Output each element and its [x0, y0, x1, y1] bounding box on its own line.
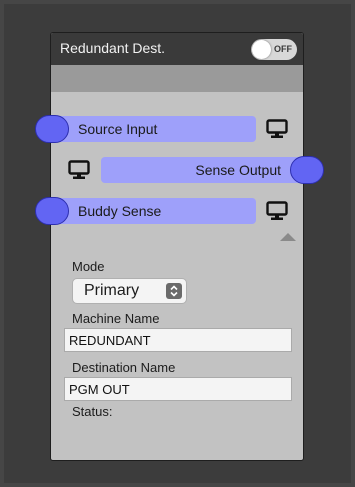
collapse-up-icon[interactable]	[280, 233, 296, 241]
mode-label: Mode	[72, 259, 105, 274]
enable-toggle[interactable]: OFF	[251, 39, 297, 60]
node-title: Redundant Dest.	[60, 40, 166, 56]
buddy-sense-port[interactable]: Buddy Sense	[56, 198, 256, 224]
mode-select-value: Primary	[84, 282, 140, 299]
machine-name-label: Machine Name	[72, 311, 160, 326]
monitor-icon[interactable]	[68, 160, 90, 180]
destination-name-field[interactable]	[64, 377, 292, 401]
buddy-sense-pin-icon[interactable]	[35, 197, 69, 225]
toggle-knob	[252, 40, 271, 59]
buddy-sense-label: Buddy Sense	[78, 203, 162, 219]
monitor-icon[interactable]	[266, 201, 288, 221]
source-input-label: Source Input	[78, 121, 158, 137]
source-input-pin-icon[interactable]	[35, 115, 69, 143]
machine-name-field[interactable]	[64, 328, 292, 352]
sense-output-label: Sense Output	[195, 162, 281, 178]
source-input-port[interactable]: Source Input	[56, 116, 256, 142]
sense-output-port[interactable]: Sense Output	[101, 157, 305, 183]
mode-select[interactable]: Primary	[72, 278, 187, 304]
toggle-state-label: OFF	[274, 44, 292, 54]
status-label: Status:	[72, 404, 113, 419]
node-header[interactable]: Redundant Dest. OFF	[51, 33, 303, 65]
monitor-icon[interactable]	[266, 119, 288, 139]
node-subheader-bar	[51, 65, 303, 92]
sense-output-pin-icon[interactable]	[290, 156, 324, 184]
destination-name-label: Destination Name	[72, 360, 176, 375]
updown-arrows-icon	[166, 283, 182, 299]
